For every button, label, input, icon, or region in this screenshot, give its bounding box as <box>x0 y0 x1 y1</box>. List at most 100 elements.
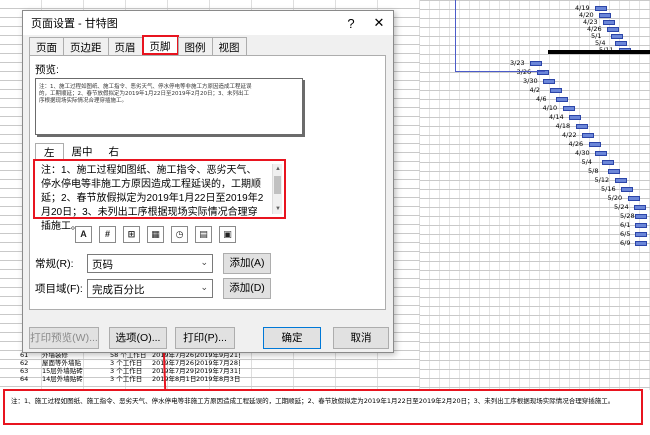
tab-header[interactable]: 页眉 <box>107 37 143 55</box>
gantt-task-bar[interactable] <box>582 133 594 138</box>
project-field-row: 项目域(F): 完成百分比 ⌄ 添加(D) <box>35 278 271 299</box>
dialog-tabs: 页面 页边距 页眉 页脚 图例 视图 <box>29 35 247 55</box>
add-project-field-button[interactable]: 添加(D) <box>223 278 271 299</box>
link-line <box>455 0 456 72</box>
general-select[interactable]: 页码 ⌄ <box>87 254 213 273</box>
gantt-task-bar[interactable] <box>615 41 627 46</box>
table-cell: 14层外墙贴砖 <box>42 375 83 383</box>
gantt-date-label: 6/9 <box>620 239 631 247</box>
ok-button[interactable]: 确定 <box>263 327 321 349</box>
table-row[interactable]: 62 屋面等外墙贴 3 个工作日 2019年7月26日 2019年7月28日 <box>20 359 420 367</box>
date-icon[interactable]: ▦ <box>147 226 164 243</box>
print-button[interactable]: 打印(P)... <box>175 327 235 349</box>
footer-text-editor[interactable]: 注：1、施工过程如图纸、施工指令、恶劣天气、停水停电等非施工方原因造成工程延误的… <box>33 159 286 232</box>
tab-page[interactable]: 页面 <box>29 37 64 55</box>
gantt-gridline <box>420 315 650 316</box>
gantt-task-bar[interactable] <box>530 61 542 66</box>
gantt-gridline <box>420 270 650 271</box>
page-number-icon[interactable]: # <box>99 226 116 243</box>
gantt-task-bar[interactable] <box>601 160 614 165</box>
tab-legend[interactable]: 图例 <box>177 37 213 55</box>
gantt-date-label: 4/6 <box>536 95 547 103</box>
gantt-task-bar[interactable] <box>562 106 575 111</box>
gantt-task-bar[interactable] <box>575 124 588 129</box>
gantt-task-bar[interactable] <box>627 196 640 201</box>
summary-bar <box>548 50 650 54</box>
gantt-task-bar[interactable] <box>549 88 562 93</box>
gantt-task-bar[interactable] <box>611 34 623 39</box>
time-icon[interactable]: ◷ <box>171 226 188 243</box>
gantt-task-bar[interactable] <box>543 79 555 84</box>
gantt-task-bar[interactable] <box>599 13 611 18</box>
gantt-date-label: 4/30 <box>575 149 590 157</box>
gantt-task-bar[interactable] <box>608 169 620 174</box>
gantt-date-label: 5/16 <box>601 185 616 193</box>
cancel-button[interactable]: 取消 <box>333 327 389 349</box>
gantt-gridline <box>420 108 650 109</box>
gantt-task-bar[interactable] <box>635 223 647 228</box>
add-general-button[interactable]: 添加(A) <box>223 253 271 274</box>
dialog-action-buttons: 打印预览(W)... 选项(O)... 打印(P)... 确定 取消 <box>29 327 389 349</box>
gantt-task-bar[interactable] <box>603 20 615 25</box>
table-cell: 2019年8月3日 <box>196 375 240 383</box>
gantt-date-label: 4/14 <box>549 113 564 121</box>
close-icon[interactable]: ✕ <box>365 15 393 31</box>
scroll-down-icon[interactable]: ▼ <box>273 204 283 214</box>
insert-icon-toolbar: A # ⊞ ▦ ◷ ▤ ▣ <box>75 226 236 243</box>
link-line-h <box>455 71 545 72</box>
gantt-task-bar[interactable] <box>607 27 619 32</box>
gantt-gridline <box>420 288 650 289</box>
gantt-date-label: 5/12 <box>594 176 610 184</box>
gantt-date-label: 4/18 <box>555 122 571 130</box>
gantt-gridline <box>420 360 650 361</box>
gantt-gridline <box>420 162 650 163</box>
gantt-task-bar[interactable] <box>634 205 646 210</box>
font-icon[interactable]: A <box>75 226 92 243</box>
project-field-select[interactable]: 完成百分比 ⌄ <box>87 279 213 298</box>
gantt-gridline <box>420 342 650 343</box>
gantt-gridline <box>420 261 650 262</box>
gantt-task-bar[interactable] <box>614 178 627 183</box>
footer-annotation-text: 注：1、施工过程如图纸、施工指令、恶劣天气、停水停电等非施工方原因造成工程延误的… <box>11 397 615 405</box>
print-preview-button[interactable]: 打印预览(W)... <box>29 327 99 349</box>
footer-text-content[interactable]: 注：1、施工过程如图纸、施工指令、恶劣天气、停水停电等非施工方原因造成工程延误的… <box>41 164 266 234</box>
tab-margins[interactable]: 页边距 <box>63 37 109 55</box>
gantt-task-bar[interactable] <box>556 97 568 102</box>
gantt-task-bar[interactable] <box>635 214 647 219</box>
scroll-thumb[interactable] <box>274 176 281 194</box>
scroll-up-icon[interactable]: ▲ <box>273 164 283 174</box>
tab-view[interactable]: 视图 <box>211 37 247 55</box>
file-name-icon[interactable]: ▤ <box>195 226 212 243</box>
table-row[interactable]: 63 15层外墙贴砖 3 个工作日 2019年7月29日 2019年7月31日 <box>20 367 420 375</box>
gantt-task-bar[interactable] <box>595 6 607 11</box>
gantt-gridline <box>420 234 650 235</box>
gantt-task-bar[interactable] <box>595 151 607 156</box>
table-cell: 2019年8月1日 <box>152 375 196 383</box>
footer-tab-panel: 预览: 注：1、施工过程如图纸、施工指令、恶劣天气、停水停电等非施工方原因造成工… <box>29 55 386 310</box>
picture-icon[interactable]: ▣ <box>219 226 236 243</box>
table-cell: 3 个工作日 <box>110 359 143 367</box>
gantt-task-bar[interactable] <box>569 115 581 120</box>
gantt-gridline <box>420 252 650 253</box>
dialog-title: 页面设置 - 甘特图 <box>31 18 118 30</box>
help-button[interactable]: ? <box>337 16 365 31</box>
table-cell: 64 <box>20 375 29 383</box>
table-row[interactable]: 64 14层外墙贴砖 3 个工作日 2019年8月1日 2019年8月3日 <box>20 375 420 383</box>
gantt-gridline <box>420 297 650 298</box>
tab-footer[interactable]: 页脚 <box>141 35 179 55</box>
gantt-task-bar[interactable] <box>588 142 601 147</box>
gantt-task-bar[interactable] <box>635 232 647 237</box>
table-cell: 2019年7月28日 <box>196 359 240 367</box>
gantt-task-bar[interactable] <box>621 187 633 192</box>
total-pages-icon[interactable]: ⊞ <box>123 226 140 243</box>
options-button[interactable]: 选项(O)... <box>109 327 167 349</box>
table-cell: 2019年7月29日 <box>152 367 196 375</box>
footer-annotation-box: 注：1、施工过程如图纸、施工指令、恶劣天气、停水停电等非施工方原因造成工程延误的… <box>3 389 643 425</box>
preview-box: 注：1、施工过程如图纸、施工指令、恶劣天气、停水停电等非施工方原因造成工程延误的… <box>35 78 303 135</box>
table-cell: 2019年7月31日 <box>196 367 240 375</box>
gantt-gridline <box>420 72 650 73</box>
gantt-task-bar[interactable] <box>635 241 647 246</box>
gantt-gridline <box>420 99 650 100</box>
editor-scrollbar[interactable]: ▲ ▼ <box>272 164 282 214</box>
preview-label: 预览: <box>35 64 59 76</box>
